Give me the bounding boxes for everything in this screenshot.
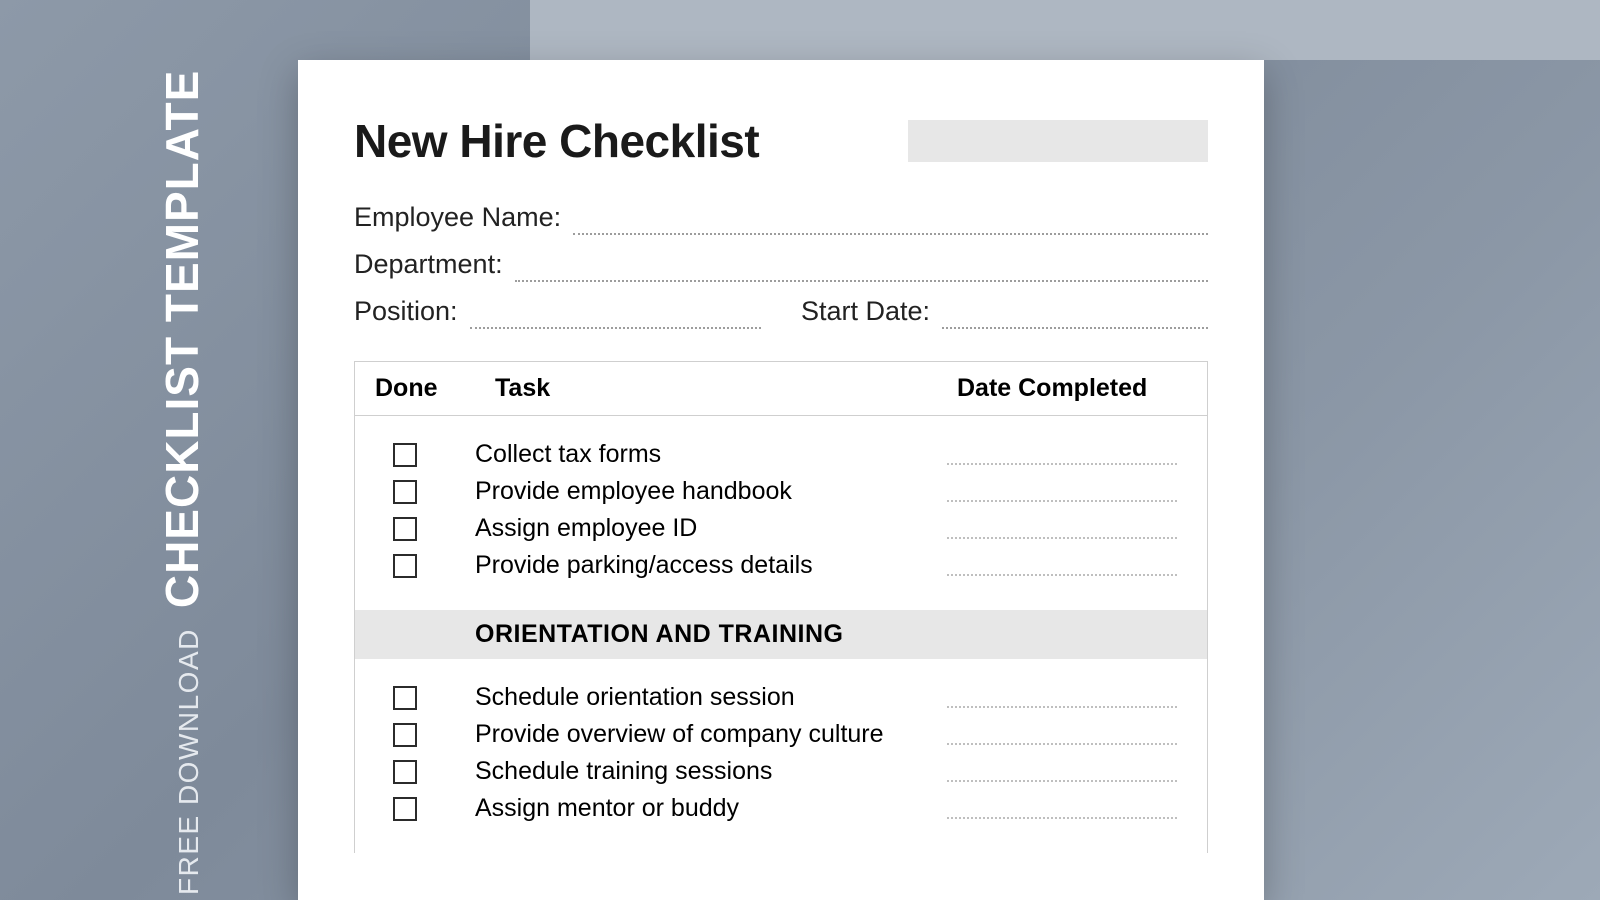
table-row: Schedule training sessions xyxy=(355,753,1207,790)
table-row: Assign mentor or buddy xyxy=(355,790,1207,827)
task-label: Collect tax forms xyxy=(455,440,937,469)
table-row: Provide employee handbook xyxy=(355,473,1207,510)
date-input-line[interactable] xyxy=(947,519,1177,539)
field-input-line[interactable] xyxy=(573,211,1208,235)
checkbox[interactable] xyxy=(393,517,417,541)
checkbox[interactable] xyxy=(393,443,417,467)
checkbox[interactable] xyxy=(393,554,417,578)
background-accent-block xyxy=(530,0,1600,60)
task-label: Provide parking/access details xyxy=(455,551,937,580)
field-input-line[interactable] xyxy=(515,258,1208,282)
document-page: New Hire Checklist Employee Name: Depart… xyxy=(298,60,1264,900)
sidebar-subtitle: FREE DOWNLOAD xyxy=(173,628,205,895)
sidebar-title: CHECKLIST TEMPLATE xyxy=(155,70,209,608)
table-row: Provide overview of company culture xyxy=(355,716,1207,753)
table-row: Schedule orientation session xyxy=(355,679,1207,716)
task-label: Schedule training sessions xyxy=(455,757,937,786)
checkbox[interactable] xyxy=(393,797,417,821)
field-input-line[interactable] xyxy=(942,305,1208,329)
template-preview-stage: FREE DOWNLOAD CHECKLIST TEMPLATE New Hir… xyxy=(0,0,1600,900)
title-placeholder-block xyxy=(908,120,1208,162)
col-header-done: Done xyxy=(355,362,475,415)
task-label: Provide employee handbook xyxy=(455,477,937,506)
col-header-date: Date Completed xyxy=(947,362,1207,415)
field-position: Position: xyxy=(354,296,761,329)
date-input-line[interactable] xyxy=(947,762,1177,782)
task-label: Assign employee ID xyxy=(455,514,937,543)
checklist-table: Done Task Date Completed Collect tax for… xyxy=(354,361,1208,853)
section-header-orientation: ORIENTATION AND TRAINING xyxy=(355,610,1207,659)
task-label: Schedule orientation session xyxy=(455,683,937,712)
field-input-line[interactable] xyxy=(470,305,761,329)
date-input-line[interactable] xyxy=(947,556,1177,576)
field-employee-name: Employee Name: xyxy=(354,202,1208,235)
date-input-line[interactable] xyxy=(947,482,1177,502)
header-fields: Employee Name: Department: Position: Sta… xyxy=(354,202,1208,329)
task-section: Schedule orientation session Provide ove… xyxy=(355,659,1207,853)
field-position-startdate: Position: Start Date: xyxy=(354,296,1208,329)
field-label: Employee Name: xyxy=(354,202,561,235)
task-label: Assign mentor or buddy xyxy=(455,794,937,823)
field-label: Position: xyxy=(354,296,458,329)
field-department: Department: xyxy=(354,249,1208,282)
table-row: Collect tax forms xyxy=(355,436,1207,473)
checkbox[interactable] xyxy=(393,480,417,504)
table-row: Assign employee ID xyxy=(355,510,1207,547)
task-label: Provide overview of company culture xyxy=(455,720,937,749)
task-section: Collect tax forms Provide employee handb… xyxy=(355,416,1207,610)
document-title: New Hire Checklist xyxy=(354,114,759,168)
col-header-task: Task xyxy=(475,362,947,415)
sidebar-promo-text: FREE DOWNLOAD CHECKLIST TEMPLATE xyxy=(155,70,209,895)
table-row: Provide parking/access details xyxy=(355,547,1207,584)
date-input-line[interactable] xyxy=(947,688,1177,708)
title-row: New Hire Checklist xyxy=(354,114,1208,168)
checkbox[interactable] xyxy=(393,686,417,710)
checkbox[interactable] xyxy=(393,723,417,747)
field-label: Department: xyxy=(354,249,503,282)
table-header: Done Task Date Completed xyxy=(355,362,1207,416)
field-label: Start Date: xyxy=(801,296,930,329)
date-input-line[interactable] xyxy=(947,725,1177,745)
date-input-line[interactable] xyxy=(947,799,1177,819)
field-start-date: Start Date: xyxy=(801,296,1208,329)
date-input-line[interactable] xyxy=(947,445,1177,465)
checkbox[interactable] xyxy=(393,760,417,784)
